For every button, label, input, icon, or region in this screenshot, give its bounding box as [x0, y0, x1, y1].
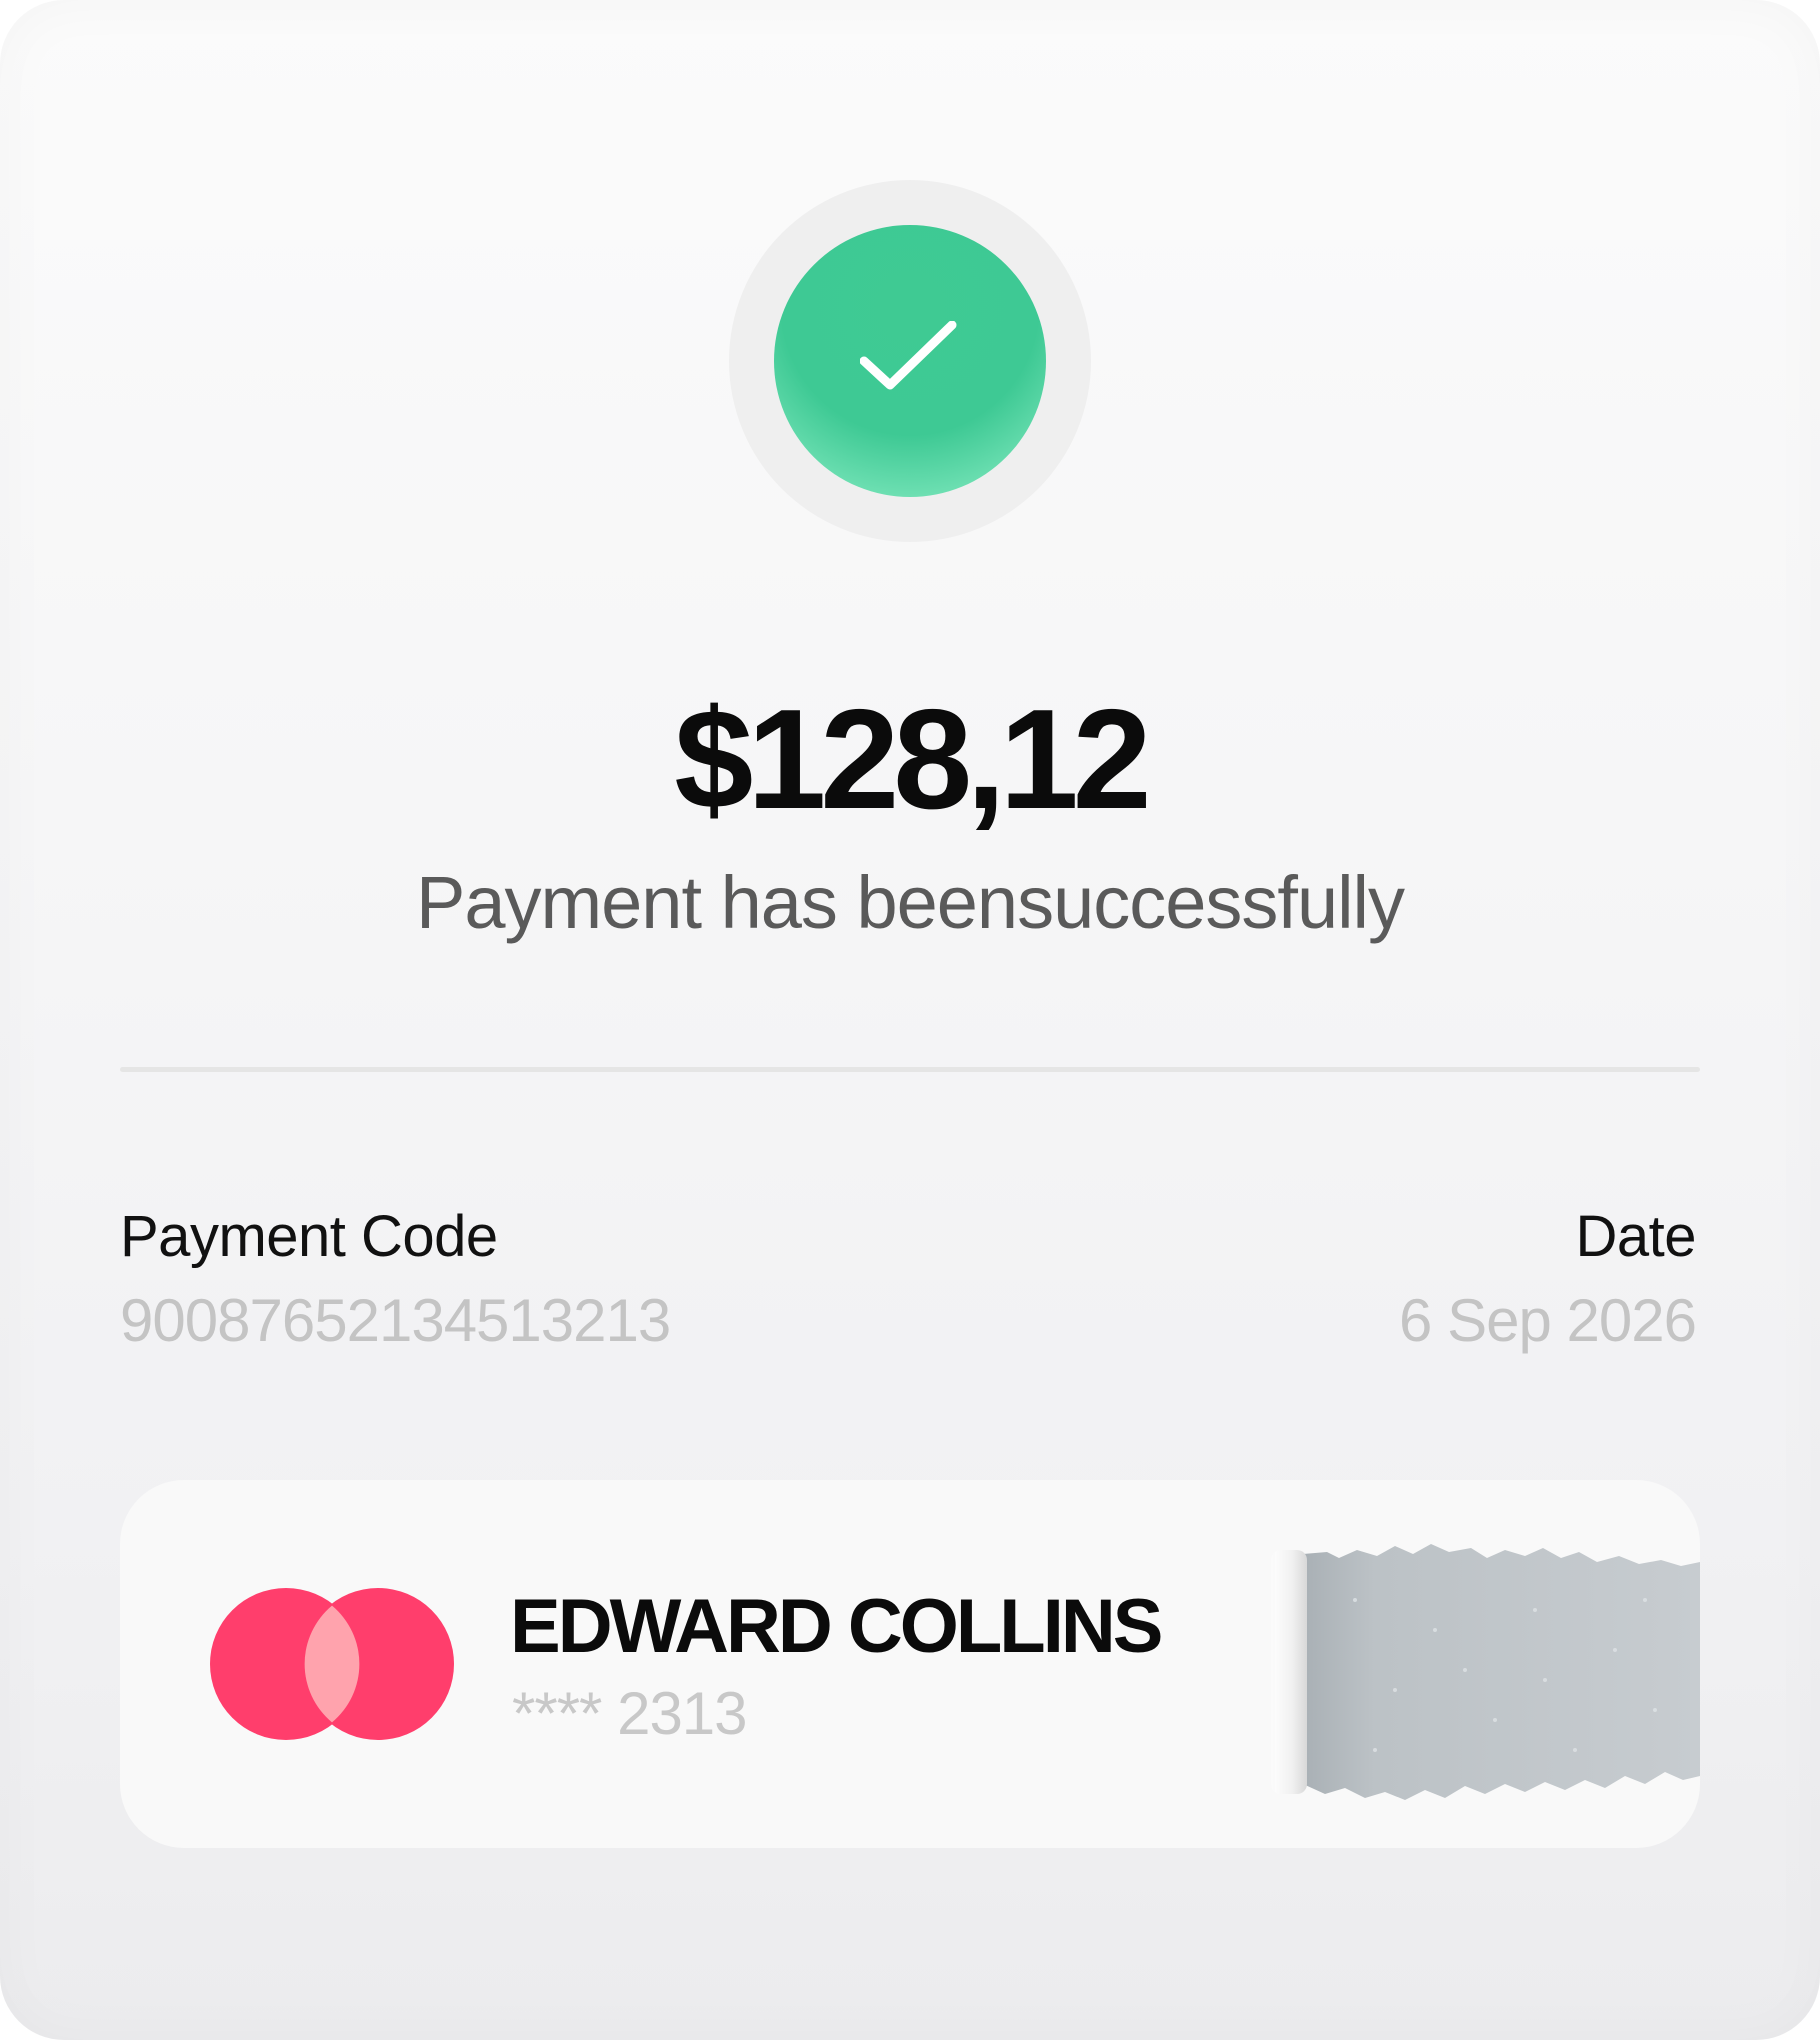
success-status-ring: [729, 180, 1091, 542]
card-number-mask: **** 2313: [512, 1680, 748, 1747]
divider: [120, 1067, 1700, 1072]
card-holder-name: EDWARD COLLINS: [510, 1584, 1163, 1669]
payment-code-label: Payment Code: [120, 1204, 498, 1269]
payment-card[interactable]: EDWARD COLLINS **** 2313: [120, 1480, 1700, 1848]
payment-status-message: Payment has beensuccessfully: [416, 861, 1405, 944]
success-status-circle: [774, 225, 1046, 497]
torn-paper-decoration: [1235, 1544, 1700, 1800]
payment-amount: $128,12: [674, 680, 1151, 839]
date-label: Date: [1575, 1204, 1696, 1269]
card-brand-logo-icon: [210, 1588, 454, 1740]
payment-receipt: $128,12 Payment has beensuccessfully Pay…: [0, 0, 1820, 2040]
date-value: 6 Sep 2026: [1399, 1287, 1697, 1354]
check-icon: [860, 321, 957, 390]
payment-code-value: 90087652134513213: [120, 1287, 671, 1354]
